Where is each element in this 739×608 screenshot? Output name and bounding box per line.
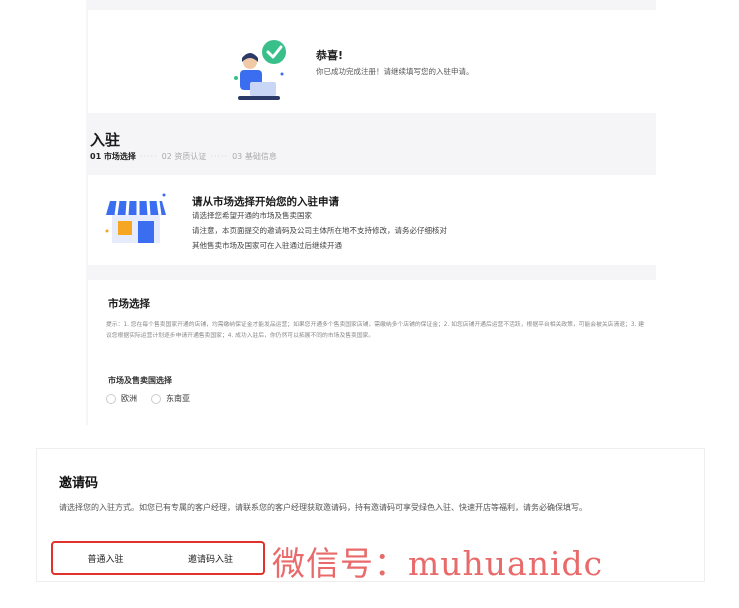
invite-code-title: 邀请码 — [59, 476, 99, 491]
market-select-card: 市场选择 提示：1. 您在每个售卖国家开通的店铺，均需缴纳保证金才能发品运营；如… — [88, 280, 656, 425]
market-select-title: 市场选择 — [108, 298, 150, 310]
step-1-market: 01 市场选择 — [90, 152, 136, 161]
market-intro-line: 请注意，本页面提交的邀请码及公司主体所在地不支持修改，请务必仔细核对 — [192, 226, 447, 235]
radio-label: 欧洲 — [121, 394, 137, 403]
radio-circle-icon[interactable] — [106, 393, 116, 404]
radio-label: 东南亚 — [166, 394, 190, 403]
watermark-text: 微信号：muhuanidc — [272, 544, 604, 583]
market-intro-title: 请从市场选择开始您的入驻申请 — [192, 196, 339, 208]
success-title: 恭喜! — [316, 49, 344, 62]
step-3-basic-info: 03 基础信息 — [232, 152, 277, 161]
invite-code-entry-button[interactable]: 邀请码入驻 — [158, 552, 263, 565]
market-intro-line: 其他售卖市场及国家可在入驻通过后继续开通 — [192, 241, 342, 250]
radio-southeast-asia[interactable]: 东南亚 — [151, 393, 190, 404]
success-illustration-icon — [234, 40, 286, 100]
success-description: 你已成功完成注册！请继续填写您的入驻申请。 — [316, 67, 474, 76]
page-title: 入驻 — [90, 131, 121, 149]
market-intro-line: 请选择您希望开通的市场及售卖国家 — [192, 211, 312, 220]
radio-circle-icon[interactable] — [151, 393, 161, 404]
step-separator: ····· — [210, 152, 229, 161]
step-indicator: 01 市场选择 ····· 02 资质认证 ····· 03 基础信息 — [90, 151, 277, 162]
market-select-tip: 提示：1. 您在每个售卖国家开通的店铺，均需缴纳保证金才能发品运营；如果您开通多… — [106, 322, 645, 339]
normal-entry-button[interactable]: 普通入驻 — [53, 552, 158, 565]
market-country-label: 市场及售卖国选择 — [108, 376, 172, 385]
step-separator: ····· — [139, 152, 158, 161]
invite-code-description: 请选择您的入驻方式。如您已有专属的客户经理，请联系您的客户经理获取邀请码，持有邀… — [59, 503, 587, 512]
store-icon — [105, 193, 166, 243]
entry-mode-button-group: 普通入驻 邀请码入驻 — [51, 541, 265, 575]
success-card: 恭喜! 你已成功完成注册！请继续填写您的入驻申请。 — [88, 10, 656, 113]
radio-europe[interactable]: 欧洲 — [106, 393, 137, 404]
market-intro-card: 请从市场选择开始您的入驻申请 请选择您希望开通的市场及售卖国家 请注意，本页面提… — [88, 175, 656, 265]
step-2-qualification: 02 资质认证 — [161, 152, 207, 161]
market-radio-group: 欧洲 东南亚 — [106, 393, 190, 404]
